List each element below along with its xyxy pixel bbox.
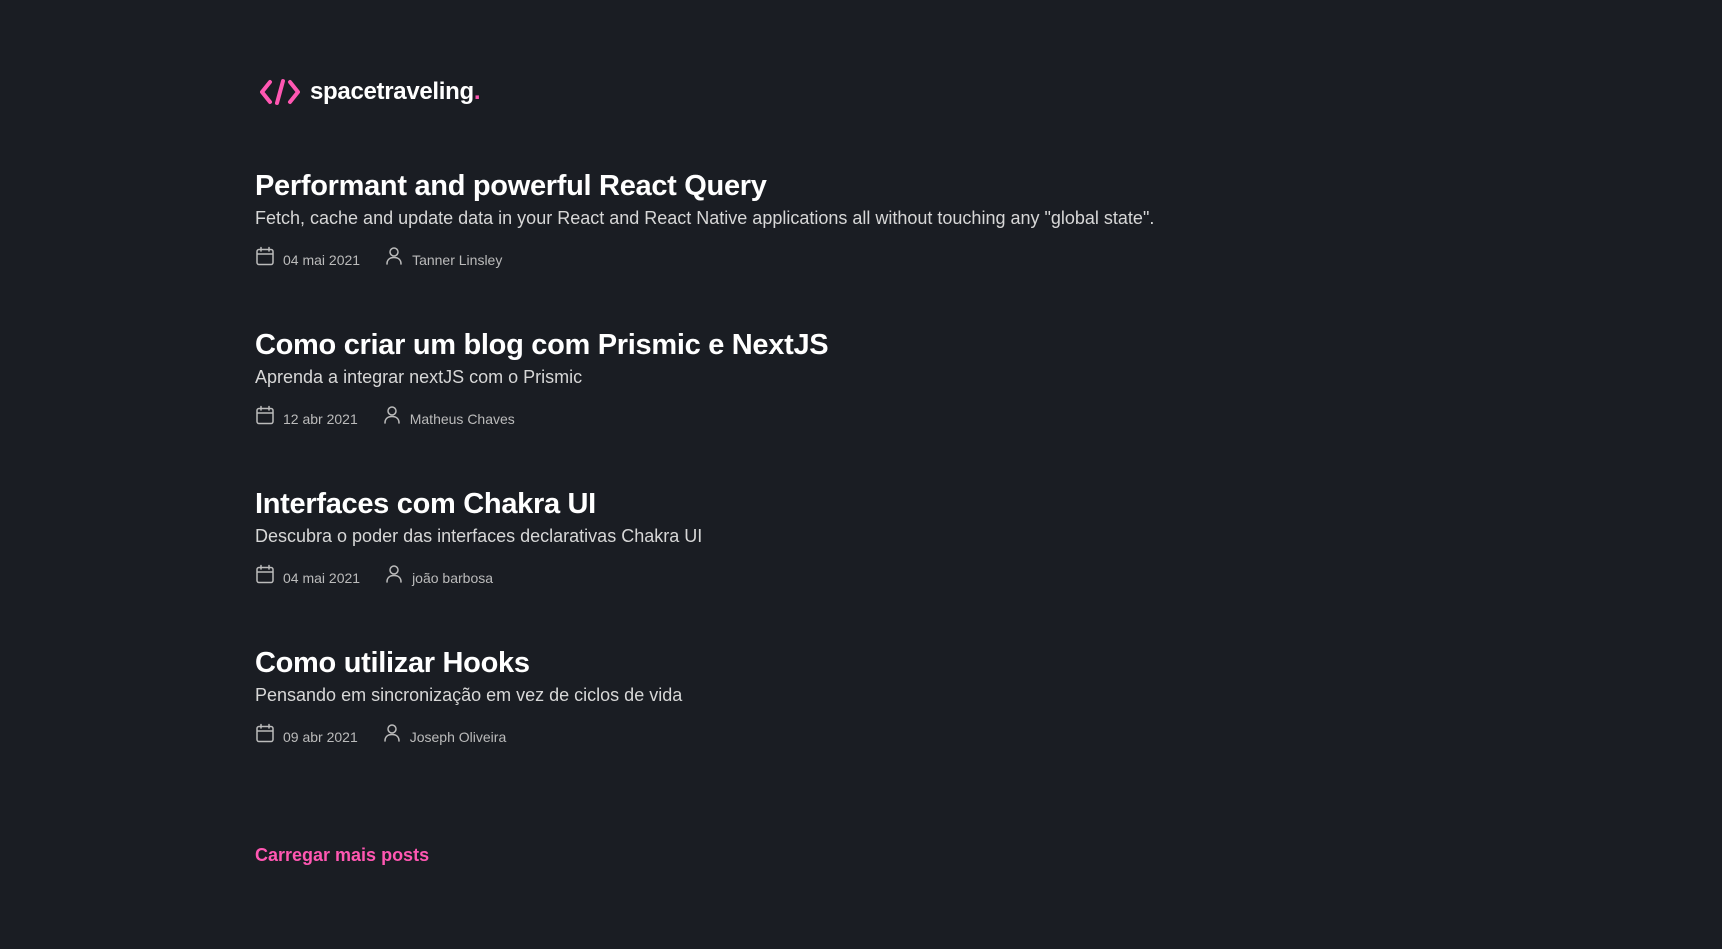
post-author: Tanner Linsley [384,247,503,270]
calendar-icon [256,246,274,266]
post-author: Joseph Oliveira [382,724,507,747]
post-meta: 04 mai 2021 joão barbosa [255,564,1255,590]
post-title[interactable]: Como criar um blog com Prismic e NextJS [255,325,1255,365]
post-list: Performant and powerful React Query Fetc… [255,166,1255,802]
post-date: 12 abr 2021 [255,405,358,429]
code-brackets-icon [260,79,300,105]
user-icon [383,724,400,742]
post-subtitle: Descubra o poder das interfaces declarat… [255,526,703,546]
user-icon [383,406,400,424]
post-title[interactable]: Performant and powerful React Query [255,166,1255,206]
calendar-icon [256,564,274,584]
post-title[interactable]: Interfaces com Chakra UI [255,484,1255,524]
post-date-text: 12 abr 2021 [283,411,358,427]
logo-link[interactable]: spacetraveling. [260,74,481,110]
post-meta: 12 abr 2021 Matheus Chaves [255,405,1255,431]
post-date-text: 04 mai 2021 [283,570,361,586]
post-date: 04 mai 2021 [255,564,361,588]
post-date: 09 abr 2021 [255,723,358,747]
post-author: Matheus Chaves [382,406,515,429]
user-icon [386,565,402,583]
user-icon [386,247,402,265]
post-author-text: Joseph Oliveira [409,729,507,745]
post-date-text: 04 mai 2021 [283,252,361,268]
logo-text: spacetraveling [310,78,474,105]
post-item[interactable]: Performant and powerful React Query Fetc… [255,166,1255,325]
post-date: 04 mai 2021 [255,246,361,270]
post-subtitle: Fetch, cache and update data in your Rea… [255,208,1155,228]
calendar-icon [256,405,274,425]
calendar-icon [256,723,274,743]
post-item[interactable]: Como criar um blog com Prismic e NextJS … [255,325,1255,484]
post-item[interactable]: Como utilizar Hooks Pensando em sincroni… [255,643,1255,802]
post-author-text: Tanner Linsley [412,252,503,268]
post-title[interactable]: Como utilizar Hooks [255,643,1255,683]
logo-dot: . [473,78,481,105]
post-subtitle: Pensando em sincronização em vez de cicl… [255,685,683,705]
post-author-text: joão barbosa [412,570,494,586]
post-subtitle: Aprenda a integrar nextJS com o Prismic [255,367,583,387]
post-author: joão barbosa [384,565,494,588]
post-date-text: 09 abr 2021 [283,729,358,745]
post-meta: 09 abr 2021 Joseph Oliveira [255,723,1255,749]
post-author-text: Matheus Chaves [409,411,515,427]
post-meta: 04 mai 2021 Tanner Linsley [255,246,1255,272]
post-item[interactable]: Interfaces com Chakra UI Descubra o pode… [255,484,1255,643]
load-more-button[interactable]: Carregar mais posts [255,845,429,866]
